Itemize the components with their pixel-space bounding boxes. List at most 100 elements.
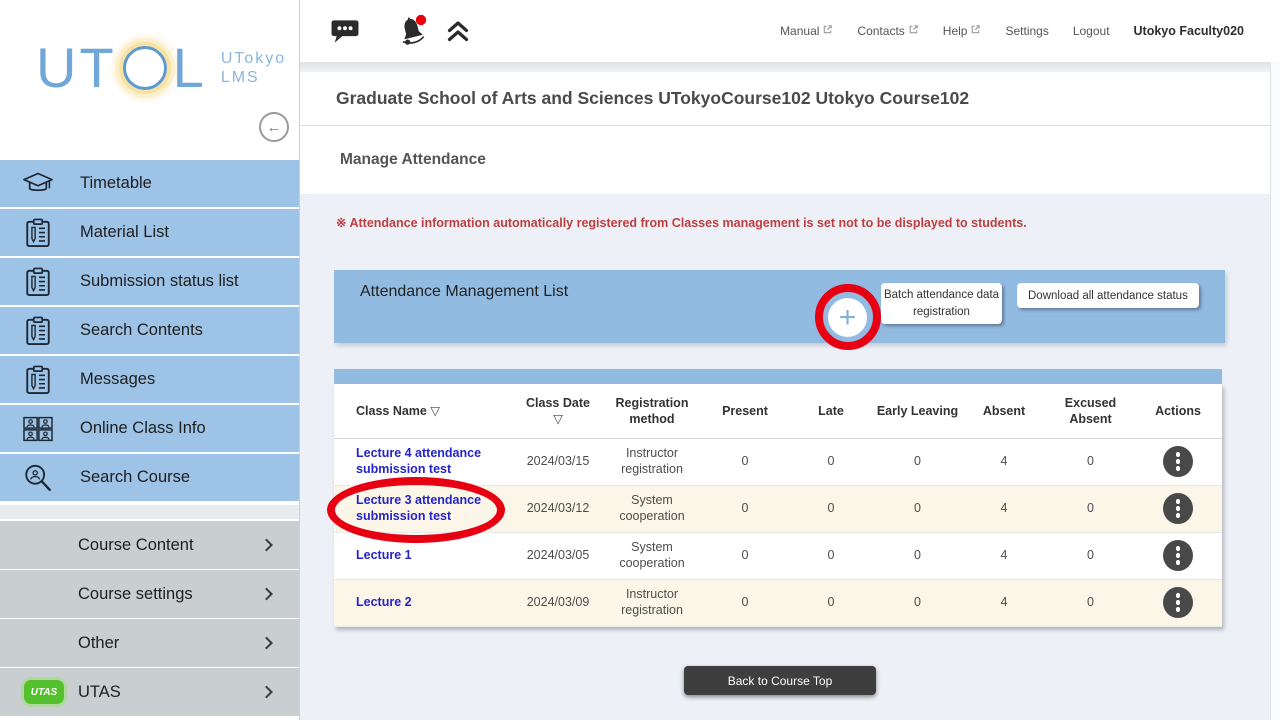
table-row: Lecture 4 attendance submission test2024… bbox=[334, 438, 1222, 485]
actions-cell bbox=[1134, 485, 1222, 532]
sidebar-item-label: Online Class Info bbox=[80, 419, 206, 438]
sidebar-item-material-list[interactable]: Material List bbox=[0, 209, 299, 256]
column-header-class-date[interactable]: Class Date ▽ bbox=[514, 384, 602, 438]
sidebar-item-label: Material List bbox=[80, 223, 169, 242]
actions-cell bbox=[1134, 532, 1222, 579]
early-leaving-cell: 0 bbox=[874, 438, 961, 485]
excused-absent-cell: 0 bbox=[1047, 485, 1134, 532]
sidebar-item-search-contents[interactable]: Search Contents bbox=[0, 307, 299, 354]
back-to-course-top-button[interactable]: Back to Course Top bbox=[684, 666, 876, 695]
chevron-right-icon bbox=[260, 539, 273, 552]
logo-o-ring bbox=[123, 46, 167, 90]
attendance-table: Class Name ▽Class Date ▽Registration met… bbox=[334, 384, 1222, 627]
class-name-cell: Lecture 2 bbox=[334, 579, 514, 626]
row-actions-kebab-button[interactable] bbox=[1163, 493, 1193, 524]
logo-area: UT L UTokyo LMS ← bbox=[0, 0, 299, 160]
sidebar-item-submission-status-list[interactable]: Submission status list bbox=[0, 258, 299, 305]
sidebar-menu-course-content[interactable]: Course Content bbox=[0, 521, 299, 569]
add-attendance-button[interactable]: + bbox=[828, 298, 867, 337]
sidebar-collapse-button[interactable]: ← bbox=[259, 112, 289, 142]
table-header-row: Class Name ▽Class Date ▽Registration met… bbox=[334, 384, 1222, 438]
present-cell: 0 bbox=[702, 438, 788, 485]
external-link-icon bbox=[822, 24, 833, 38]
chevron-right-icon bbox=[260, 686, 273, 699]
sidebar-item-label: Search Course bbox=[80, 468, 190, 487]
topbar-link-help[interactable]: Help bbox=[943, 24, 982, 38]
class-date-cell: 2024/03/15 bbox=[514, 438, 602, 485]
left-arrow-icon: ← bbox=[267, 119, 282, 136]
grid-people-icon bbox=[18, 415, 58, 443]
sidebar-menu-course-settings[interactable]: Course settings bbox=[0, 570, 299, 618]
topbar-links: Manual Contacts Help Settings Logout Utokyo F… bbox=[780, 24, 1244, 38]
class-name-link[interactable]: Lecture 3 attendance submission test bbox=[356, 493, 514, 524]
clipboard-icon bbox=[18, 218, 58, 248]
row-actions-kebab-button[interactable] bbox=[1163, 446, 1193, 477]
late-cell: 0 bbox=[788, 532, 874, 579]
sort-indicator-icon[interactable]: ▽ bbox=[514, 411, 602, 427]
registration-method-cell: System cooperation bbox=[602, 532, 702, 579]
excused-absent-cell: 0 bbox=[1047, 438, 1134, 485]
batch-registration-button[interactable]: Batch attendance data registration bbox=[881, 283, 1002, 324]
column-header-class-name[interactable]: Class Name ▽ bbox=[334, 384, 514, 438]
excused-absent-cell: 0 bbox=[1047, 532, 1134, 579]
excused-absent-cell: 0 bbox=[1047, 579, 1134, 626]
clipboard-icon bbox=[18, 365, 58, 395]
column-header-actions: Actions bbox=[1134, 384, 1222, 438]
sidebar-item-timetable[interactable]: Timetable bbox=[0, 160, 299, 207]
class-name-link[interactable]: Lecture 2 bbox=[356, 595, 412, 611]
page-title: Manage Attendance bbox=[340, 151, 486, 169]
external-link-icon bbox=[970, 24, 981, 38]
topbar-link-contacts[interactable]: Contacts bbox=[857, 24, 918, 38]
class-name-link[interactable]: Lecture 4 attendance submission test bbox=[356, 446, 514, 477]
topbar-link-settings[interactable]: Settings bbox=[1005, 24, 1048, 38]
bell-icon[interactable] bbox=[394, 13, 428, 49]
absent-cell: 4 bbox=[961, 485, 1047, 532]
table-row: Lecture 12024/03/05System cooperation000… bbox=[334, 532, 1222, 579]
sort-indicator-icon[interactable]: ▽ bbox=[430, 404, 440, 418]
column-header-excused-absent: Excused Absent bbox=[1047, 384, 1134, 438]
present-cell: 0 bbox=[702, 579, 788, 626]
late-cell: 0 bbox=[788, 485, 874, 532]
present-cell: 0 bbox=[702, 485, 788, 532]
sidebar-menu-utas[interactable]: UTASUTAS bbox=[0, 668, 299, 716]
sidebar-item-messages[interactable]: Messages bbox=[0, 356, 299, 403]
topbar-link-logout[interactable]: Logout bbox=[1073, 24, 1110, 38]
course-header: Graduate School of Arts and Sciences UTo… bbox=[300, 72, 1280, 126]
sidebar-menu-other[interactable]: Other bbox=[0, 619, 299, 667]
course-title: Graduate School of Arts and Sciences UTo… bbox=[336, 88, 969, 109]
collapse-topbar-icon[interactable] bbox=[446, 20, 470, 43]
sidebar-menu-label: Other bbox=[78, 634, 119, 653]
main-content: Manual Contacts Help Settings Logout Utokyo F… bbox=[300, 0, 1280, 720]
row-actions-kebab-button[interactable] bbox=[1163, 540, 1193, 571]
utas-logo-icon: UTAS bbox=[24, 680, 64, 704]
notification-badge bbox=[416, 15, 426, 25]
topbar-link-manual[interactable]: Manual bbox=[780, 24, 833, 38]
absent-cell: 4 bbox=[961, 438, 1047, 485]
sidebar: UT L UTokyo LMS ← Timetable Material List… bbox=[0, 0, 300, 720]
logo-subtitle: UTokyo LMS bbox=[221, 49, 286, 87]
sidebar-nav: Timetable Material List Submission status … bbox=[0, 160, 299, 501]
sidebar-gap bbox=[0, 503, 299, 521]
sidebar-item-label: Search Contents bbox=[80, 321, 203, 340]
download-all-button[interactable]: Download all attendance status bbox=[1017, 283, 1199, 308]
user-name: Utokyo Faculty020 bbox=[1134, 24, 1244, 38]
late-cell: 0 bbox=[788, 579, 874, 626]
chat-icon[interactable] bbox=[330, 18, 360, 44]
column-header-late: Late bbox=[788, 384, 874, 438]
sidebar-item-online-class-info[interactable]: Online Class Info bbox=[0, 405, 299, 452]
class-name-link[interactable]: Lecture 1 bbox=[356, 548, 412, 564]
table-row: Lecture 22024/03/09Instructor registrati… bbox=[334, 579, 1222, 626]
table-top-bar bbox=[334, 369, 1222, 384]
column-header-present: Present bbox=[702, 384, 788, 438]
absent-cell: 4 bbox=[961, 532, 1047, 579]
row-actions-kebab-button[interactable] bbox=[1163, 587, 1193, 618]
sidebar-item-search-course[interactable]: Search Course bbox=[0, 454, 299, 501]
topbar-separator bbox=[300, 62, 1280, 72]
sidebar-menu-label: Course Content bbox=[78, 536, 194, 555]
registration-method-cell: Instructor registration bbox=[602, 438, 702, 485]
early-leaving-cell: 0 bbox=[874, 579, 961, 626]
clipboard-icon bbox=[18, 267, 58, 297]
logo-letters-l: L bbox=[173, 40, 207, 96]
scrollbar-track[interactable] bbox=[1270, 62, 1280, 720]
class-name-cell: Lecture 3 attendance submission test bbox=[334, 485, 514, 532]
